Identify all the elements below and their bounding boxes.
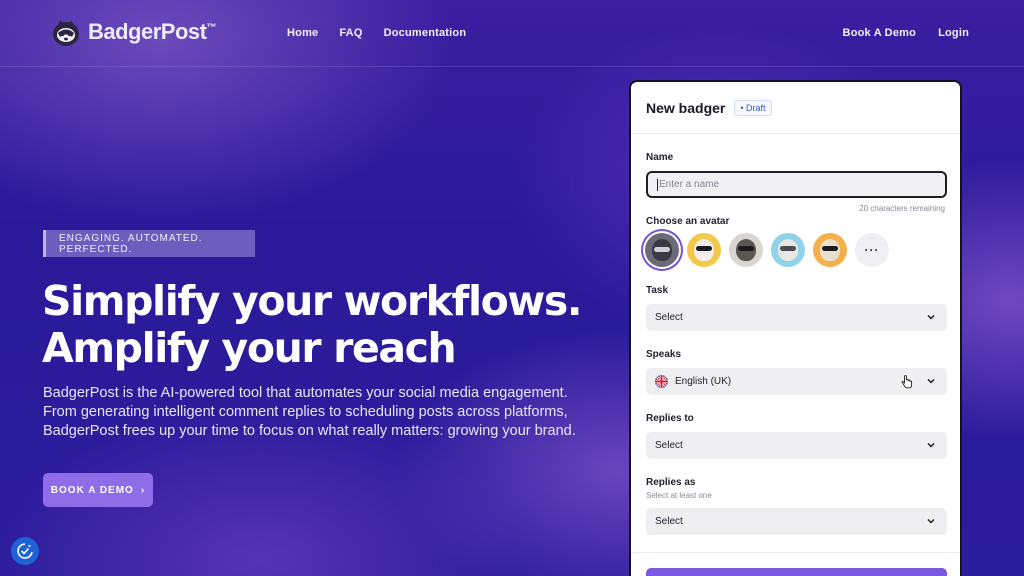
chevron-down-icon — [927, 442, 935, 448]
card-divider — [631, 552, 960, 553]
avatar-option-2[interactable] — [687, 233, 721, 267]
nav-link-home[interactable]: Home — [287, 27, 318, 39]
avatar-option-4[interactable] — [771, 233, 805, 267]
avatar-eyes — [654, 247, 670, 252]
replies-as-select-value: Select — [655, 516, 683, 527]
avatar-eyes — [780, 246, 796, 251]
name-placeholder: Enter a name — [659, 179, 720, 190]
task-label: Task — [646, 285, 669, 296]
card-header: New badger • Draft — [631, 82, 960, 134]
headline-line-2: Amplify your reach — [42, 324, 457, 372]
replies-as-hint: Select at least one — [646, 491, 712, 500]
replies-as-select[interactable]: Select — [646, 508, 947, 535]
avatar-eyes — [738, 246, 754, 251]
speaks-select[interactable]: English (UK) — [646, 368, 947, 395]
task-select[interactable]: Select — [646, 304, 947, 331]
uk-flag-icon — [655, 375, 668, 388]
nav-link-book-demo[interactable]: Book A Demo — [843, 27, 917, 39]
hero-tagline: ENGAGING. AUTOMATED. PERFECTED. — [43, 230, 255, 257]
secondary-nav: Book A Demo Login — [843, 27, 969, 39]
chevron-down-icon — [927, 314, 935, 320]
book-demo-label: BOOK A DEMO — [50, 484, 134, 496]
chevron-down-icon — [927, 518, 935, 524]
name-input[interactable]: Enter a name — [646, 171, 947, 198]
replies-as-label: Replies as — [646, 477, 696, 488]
brand-logo[interactable]: BadgerPost™ — [50, 16, 216, 48]
cookie-consent-icon[interactable] — [11, 537, 39, 565]
avatar-option-3[interactable] — [729, 233, 763, 267]
badger-logo-icon — [50, 16, 82, 48]
new-badger-card: New badger • Draft Name Enter a name 20 … — [629, 80, 962, 576]
book-demo-button[interactable]: BOOK A DEMO › — [43, 473, 153, 507]
nav-link-login[interactable]: Login — [938, 27, 969, 39]
submit-button[interactable] — [646, 568, 947, 576]
hero-headline: Simplify your workflows. Amplify your re… — [42, 277, 582, 372]
avatar-option-1[interactable] — [645, 233, 679, 267]
replies-to-select-value: Select — [655, 440, 683, 451]
avatar-option-5[interactable] — [813, 233, 847, 267]
replies-to-label: Replies to — [646, 413, 694, 424]
text-caret — [657, 178, 658, 191]
chevron-right-icon: › — [140, 484, 146, 496]
speaks-label: Speaks — [646, 349, 682, 360]
hero-description: BadgerPost is the AI-powered tool that a… — [43, 385, 576, 439]
avatar-eyes — [822, 246, 838, 251]
more-avatars-button[interactable]: ··· — [855, 233, 889, 267]
avatar-label: Choose an avatar — [646, 216, 730, 227]
speaks-select-value: English (UK) — [675, 376, 732, 387]
avatar-eyes — [696, 246, 712, 251]
primary-nav: Home FAQ Documentation — [287, 27, 466, 39]
chevron-down-icon — [927, 378, 935, 384]
avatar-picker: ··· — [645, 233, 889, 267]
card-title: New badger — [646, 99, 726, 116]
brand-name: BadgerPost™ — [88, 19, 216, 44]
task-select-value: Select — [655, 312, 683, 323]
top-navigation: BadgerPost™ Home FAQ Documentation Book … — [0, 0, 1024, 67]
status-badge: • Draft — [734, 99, 772, 116]
nav-link-faq[interactable]: FAQ — [339, 27, 362, 39]
nav-link-documentation[interactable]: Documentation — [384, 27, 467, 39]
headline-line-1: Simplify your workflows. — [42, 277, 582, 325]
hand-cursor-icon — [901, 375, 913, 389]
characters-remaining: 20 characters remaining — [859, 204, 945, 213]
name-label: Name — [646, 152, 674, 163]
replies-to-select[interactable]: Select — [646, 432, 947, 459]
